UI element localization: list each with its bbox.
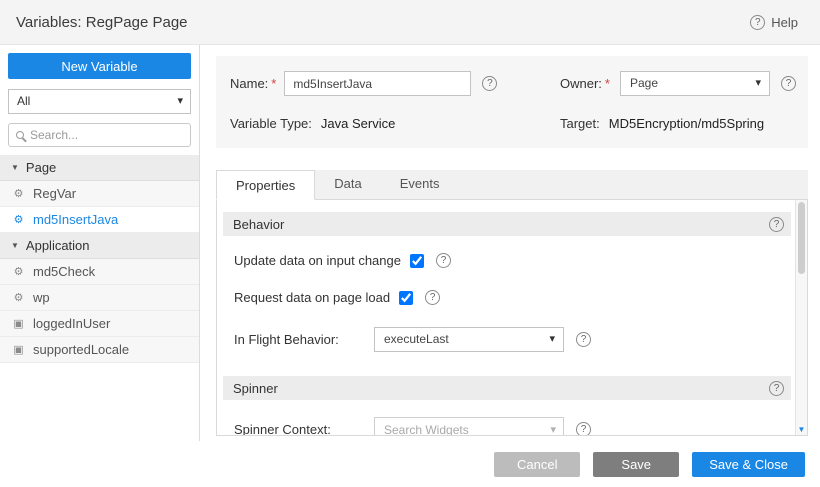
request-data-row: Request data on page load: [234, 290, 807, 305]
owner-select[interactable]: Page: [620, 71, 770, 96]
spinner-section-title: Spinner: [233, 381, 278, 396]
spinner-context-combobox: [374, 417, 564, 436]
service-variable-icon: [12, 213, 25, 226]
variable-summary-form: Name: * Owner: * Page Variable Type:: [216, 56, 808, 148]
help-icon: [750, 15, 765, 30]
scroll-down-icon[interactable]: [796, 425, 807, 434]
variable-item-label: md5Check: [33, 264, 95, 279]
variable-item-md5insertjava[interactable]: md5InsertJava: [0, 207, 199, 233]
collapse-icon: [11, 241, 19, 250]
name-help-icon[interactable]: [482, 76, 497, 91]
variables-tree: Page RegVar md5InsertJava Application md…: [0, 155, 199, 363]
spinner-help-icon[interactable]: [769, 381, 784, 396]
variable-filter-value: All: [17, 94, 30, 108]
service-variable-icon: [12, 187, 25, 200]
page-title: Variables: RegPage Page: [16, 14, 188, 31]
variable-item-md5check[interactable]: md5Check: [0, 259, 199, 285]
save-button[interactable]: Save: [593, 452, 679, 477]
target-value: MD5Encryption/md5Spring: [609, 116, 764, 131]
group-label: Page: [26, 160, 56, 175]
variable-search: [8, 123, 191, 147]
variable-item-supportedlocale[interactable]: supportedLocale: [0, 337, 199, 363]
in-flight-label: In Flight Behavior:: [234, 332, 374, 347]
variable-item-regvar[interactable]: RegVar: [0, 181, 199, 207]
update-data-row: Update data on input change: [234, 253, 807, 268]
in-flight-help-icon[interactable]: [576, 332, 591, 347]
in-flight-value: executeLast: [384, 332, 449, 346]
target-label: Target:: [560, 116, 600, 131]
tab-events[interactable]: Events: [381, 169, 459, 199]
dialog-footer: Cancel Save Save & Close: [0, 441, 820, 487]
spinner-context-input[interactable]: [375, 418, 563, 436]
spinner-context-help-icon[interactable]: [576, 422, 591, 436]
variable-detail-panel: Name: * Owner: * Page Variable Type:: [200, 45, 820, 441]
update-data-checkbox[interactable]: [410, 254, 424, 268]
cancel-button[interactable]: Cancel: [494, 452, 580, 477]
new-variable-button[interactable]: New Variable: [8, 53, 191, 79]
request-data-label: Request data on page load: [234, 290, 390, 305]
search-input[interactable]: [30, 128, 185, 142]
request-data-help-icon[interactable]: [425, 290, 440, 305]
variable-item-label: md5InsertJava: [33, 212, 118, 227]
device-variable-icon: [12, 343, 25, 356]
owner-label: Owner:: [560, 76, 602, 91]
collapse-icon: [11, 163, 19, 172]
variable-item-wp[interactable]: wp: [0, 285, 199, 311]
service-variable-icon: [12, 291, 25, 304]
required-marker: *: [271, 76, 276, 91]
tab-data[interactable]: Data: [315, 169, 380, 199]
help-button[interactable]: Help: [750, 15, 798, 30]
spinner-context-row: Spinner Context:: [234, 417, 807, 436]
required-marker: *: [605, 76, 610, 91]
spinner-context-label: Spinner Context:: [234, 422, 374, 436]
variable-item-label: RegVar: [33, 186, 76, 201]
device-variable-icon: [12, 317, 25, 330]
owner-help-icon[interactable]: [781, 76, 796, 91]
search-icon: [16, 131, 24, 139]
save-close-button[interactable]: Save & Close: [692, 452, 805, 477]
variable-item-label: supportedLocale: [33, 342, 129, 357]
spinner-section-header: Spinner: [223, 376, 791, 400]
variables-sidebar: New Variable All Page RegVar md5InsertJa…: [0, 45, 200, 441]
in-flight-select[interactable]: executeLast: [374, 327, 564, 352]
detail-tabs: Properties Data Events: [216, 170, 808, 200]
group-label: Application: [26, 238, 90, 253]
name-label: Name:: [230, 76, 268, 91]
variable-item-loggedinuser[interactable]: loggedInUser: [0, 311, 199, 337]
behavior-section-title: Behavior: [233, 217, 284, 232]
variable-type-label: Variable Type:: [230, 116, 312, 131]
tab-properties[interactable]: Properties: [216, 170, 315, 200]
variable-item-label: wp: [33, 290, 50, 305]
variable-item-label: loggedInUser: [33, 316, 110, 331]
scrollbar-thumb[interactable]: [798, 202, 805, 274]
variable-group-page[interactable]: Page: [0, 155, 199, 181]
update-data-help-icon[interactable]: [436, 253, 451, 268]
request-data-checkbox[interactable]: [399, 291, 413, 305]
properties-panel: Behavior Update data on input change Req…: [216, 200, 808, 436]
dialog-header: Variables: RegPage Page Help: [0, 0, 820, 45]
vertical-scrollbar[interactable]: [795, 200, 807, 435]
help-label: Help: [771, 15, 798, 30]
owner-value: Page: [630, 76, 658, 90]
variable-type-value: Java Service: [321, 116, 395, 131]
variable-filter-select[interactable]: All: [8, 89, 191, 114]
update-data-label: Update data on input change: [234, 253, 401, 268]
name-input[interactable]: [284, 71, 471, 96]
service-variable-icon: [12, 265, 25, 278]
in-flight-row: In Flight Behavior: executeLast: [234, 327, 807, 352]
behavior-section-header: Behavior: [223, 212, 791, 236]
variable-group-application[interactable]: Application: [0, 233, 199, 259]
behavior-help-icon[interactable]: [769, 217, 784, 232]
